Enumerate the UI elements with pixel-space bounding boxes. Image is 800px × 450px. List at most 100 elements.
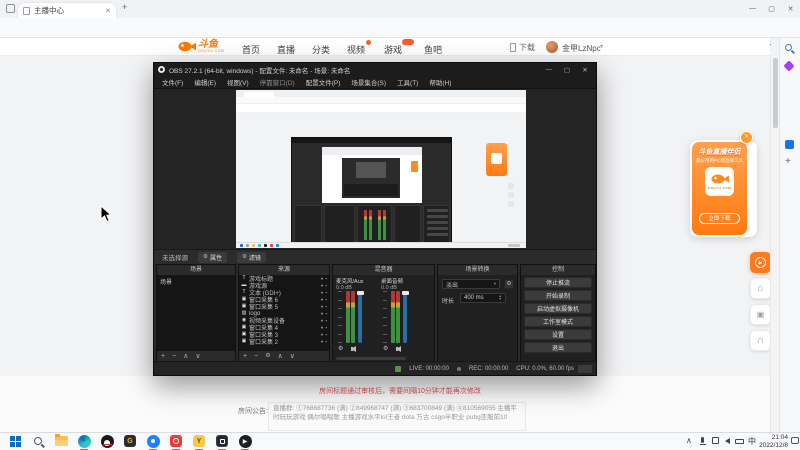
transitions-panel-header[interactable]: 场景转换 xyxy=(438,265,517,275)
lock-icon[interactable]: ▪ xyxy=(325,290,327,295)
obs-menu-item[interactable]: 场景集合(S) xyxy=(351,77,386,87)
close-icon[interactable]: ✕ xyxy=(740,131,753,144)
obs-title-bar[interactable]: OBS 27.2.1 (64-bit, windows) - 配置文件: 未命名… xyxy=(154,63,596,76)
obs-control-button[interactable]: 设置 xyxy=(524,329,592,340)
visibility-eye-icon[interactable]: ● xyxy=(321,332,324,337)
gamepad-button[interactable]: ▣ xyxy=(750,304,771,325)
duration-spinbox[interactable]: 400 ms ▲ ▼ xyxy=(460,293,506,303)
transition-select[interactable]: 淡出 ▾ xyxy=(442,279,500,289)
browser-tab[interactable]: 主播中心 ✕ xyxy=(18,3,116,18)
obs-taskbar-icon[interactable] xyxy=(215,434,229,450)
page-scrollbar[interactable] xyxy=(770,56,779,432)
app-icon-dark-circle[interactable]: ▶ xyxy=(238,434,252,450)
visibility-eye-icon[interactable]: ● xyxy=(321,304,324,309)
speaker-icon[interactable] xyxy=(396,345,402,352)
support-button[interactable]: ∩ xyxy=(750,330,771,351)
obs-menu-item[interactable]: 视图(V) xyxy=(227,77,249,87)
lock-icon[interactable]: ▪ xyxy=(325,325,327,330)
sources-list[interactable]: T 游戏标题 ● ▪ ▬ 游戏源 ● ▪ T 文本 (GDI+) ● ▪ ▣ 窗… xyxy=(239,275,329,351)
visibility-eye-icon[interactable]: ● xyxy=(321,290,324,295)
scenes-panel-header[interactable]: 场景 xyxy=(157,265,235,275)
visibility-eye-icon[interactable]: ● xyxy=(321,325,324,330)
lock-icon[interactable]: ▪ xyxy=(325,283,327,288)
scrollbar-thumb[interactable] xyxy=(773,58,778,128)
volume-slider[interactable] xyxy=(401,291,409,343)
douyu-logo[interactable]: 斗鱼 DOUYU.COM xyxy=(178,40,224,53)
chevron-down-icon[interactable]: ▾ xyxy=(600,43,603,50)
mixer-panel-header[interactable]: 混音器 xyxy=(333,265,434,275)
lock-icon[interactable]: ▪ xyxy=(325,297,327,302)
home-replay-button[interactable]: ⌂ xyxy=(750,278,771,299)
lock-icon[interactable]: ▪ xyxy=(325,318,327,323)
file-explorer-icon[interactable] xyxy=(54,434,68,448)
spinner-arrows-icon[interactable]: ▲ ▼ xyxy=(499,294,502,302)
user-name[interactable]: 金甲LzNpc xyxy=(562,43,601,54)
source-row[interactable]: ▣ 窗口采集 5 ● ▪ xyxy=(239,303,329,311)
tray-window-icon[interactable] xyxy=(712,437,719,444)
tray-mic-icon[interactable] xyxy=(699,437,706,445)
nav-yuba[interactable]: 鱼吧 xyxy=(424,43,442,56)
download-button[interactable]: 下载 xyxy=(510,42,535,53)
obs-minimize-icon[interactable]: — xyxy=(542,66,556,73)
scene-item[interactable]: 场景 xyxy=(157,275,235,288)
obs-control-button[interactable]: 工作室模式 xyxy=(524,316,592,327)
mixer-scrollbar[interactable] xyxy=(336,357,406,360)
obs-control-button[interactable]: 开始录制 xyxy=(524,290,592,301)
sources-panel-header[interactable]: 来源 xyxy=(239,265,329,275)
obs-control-button[interactable]: 启动虚拟摄像机 xyxy=(524,303,592,314)
tab-close-icon[interactable]: ✕ xyxy=(105,7,111,15)
filters-button[interactable]: ⚙ 滤镜 xyxy=(236,251,266,263)
lock-icon[interactable]: ▪ xyxy=(325,332,327,337)
source-row[interactable]: ▣ 窗口采集 2 ● ▪ xyxy=(239,338,329,346)
obs-menu-item[interactable]: 停靠窗口(D) xyxy=(260,77,295,87)
obs-window[interactable]: OBS 27.2.1 (64-bit, windows) - 配置文件: 未命名… xyxy=(153,62,597,376)
tab-actions-icon[interactable] xyxy=(6,4,15,13)
taskbar-search-icon[interactable] xyxy=(31,434,45,448)
new-tab-button[interactable]: + xyxy=(122,2,127,12)
edge-browser-icon[interactable] xyxy=(77,434,91,450)
notification-icon[interactable] xyxy=(791,437,799,444)
obs-control-button[interactable]: 退出 xyxy=(524,342,592,353)
obs-preview-area[interactable] xyxy=(154,89,596,249)
nav-game[interactable]: 游戏 xyxy=(384,43,402,56)
tray-chevron-icon[interactable]: ∧ xyxy=(686,436,692,445)
visibility-eye-icon[interactable]: ● xyxy=(321,297,324,302)
lock-icon[interactable]: ▪ xyxy=(325,304,327,309)
lock-icon[interactable]: ▪ xyxy=(325,311,327,316)
taskbar-clock[interactable]: 21:04 2022/12/8 xyxy=(752,434,788,449)
room-announcement-textarea[interactable]: 直播群: ①768687736 (满) ②849968747 (满) ③6837… xyxy=(268,402,526,431)
controls-panel-header[interactable]: 控制 xyxy=(521,265,595,275)
window-maximize-button[interactable]: ▢ xyxy=(762,0,781,17)
app-icon-blue[interactable] xyxy=(146,434,160,450)
visibility-eye-icon[interactable]: ● xyxy=(321,339,324,344)
tray-battery-icon[interactable] xyxy=(735,439,744,444)
volume-slider[interactable] xyxy=(356,291,364,343)
sidebar-tool-icon[interactable] xyxy=(785,140,794,149)
obs-menu-item[interactable]: 配置文件(P) xyxy=(306,77,341,87)
visibility-eye-icon[interactable]: ● xyxy=(321,283,324,288)
lock-icon[interactable]: ▪ xyxy=(325,276,327,281)
nav-video[interactable]: 视频 xyxy=(347,43,365,56)
window-close-button[interactable]: ✕ xyxy=(781,0,800,17)
properties-button[interactable]: ⚙ 属性 xyxy=(198,251,227,263)
visibility-eye-icon[interactable]: ● xyxy=(321,311,324,316)
live-tool-button[interactable]: ▶ xyxy=(750,252,771,273)
obs-menu-item[interactable]: 工具(T) xyxy=(397,77,418,87)
transition-gear-icon[interactable]: ⚙ xyxy=(504,279,514,289)
start-button[interactable] xyxy=(8,434,22,448)
app-icon-dark[interactable]: G xyxy=(123,434,137,448)
sidebar-add-icon[interactable]: + xyxy=(785,156,791,167)
obs-close-icon[interactable]: ✕ xyxy=(578,66,592,74)
visibility-eye-icon[interactable]: ● xyxy=(321,318,324,323)
channel-gear-icon[interactable]: ⚙ xyxy=(338,345,343,352)
nav-home[interactable]: 首页 xyxy=(242,43,260,56)
tray-speaker-icon[interactable] xyxy=(725,438,730,444)
app-icon-yellow[interactable]: Y xyxy=(192,434,206,450)
obs-control-button[interactable]: 停止推流 xyxy=(524,277,592,288)
obs-maximize-icon[interactable]: ▢ xyxy=(560,66,574,74)
sidebar-discover-icon[interactable] xyxy=(783,60,795,72)
app-icon-red[interactable] xyxy=(169,434,183,450)
channel-gear-icon[interactable]: ⚙ xyxy=(383,345,388,352)
user-avatar[interactable] xyxy=(546,41,558,53)
visibility-eye-icon[interactable]: ● xyxy=(321,276,324,281)
